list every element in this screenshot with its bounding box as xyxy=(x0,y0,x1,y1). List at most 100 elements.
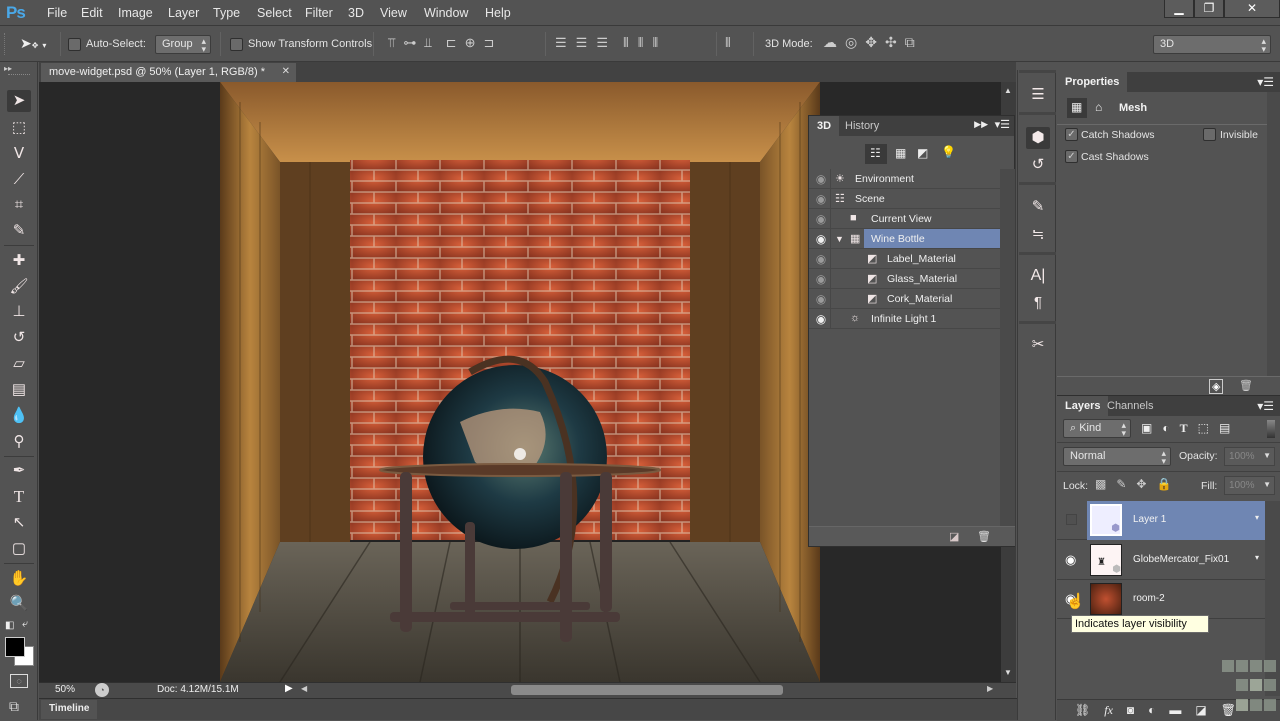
pen-tool-icon[interactable]: ✒ xyxy=(7,460,31,482)
menu-view[interactable]: View xyxy=(380,6,407,20)
screen-mode-icon[interactable]: ⧉ xyxy=(9,698,19,715)
menu-file[interactable]: File xyxy=(47,6,67,20)
3d-item-current-view[interactable]: ◉ ■ Current View xyxy=(809,209,1000,229)
rectangular-marquee-tool-icon[interactable]: ⬚ xyxy=(7,117,31,139)
visibility-eye-icon[interactable]: ◉ xyxy=(813,252,829,266)
filter-toggle-switch[interactable] xyxy=(1267,420,1275,438)
collapse-panel-icon[interactable]: ▸▸ xyxy=(4,64,12,73)
filter-mesh-icon[interactable]: ▦ xyxy=(895,146,906,160)
show-transform-checkbox[interactable] xyxy=(230,38,243,51)
menu-edit[interactable]: Edit xyxy=(81,6,103,20)
3d-item-environment[interactable]: ◉ ☀ Environment xyxy=(809,169,1000,189)
panel-grip[interactable] xyxy=(8,74,30,77)
distribute-left-icon[interactable]: ⦀ xyxy=(623,35,629,51)
3d-item-cork-material[interactable]: ◉ ◩ Cork_Material xyxy=(809,289,1000,309)
properties-scrollbar[interactable] xyxy=(1267,92,1280,377)
fill-field[interactable]: 100% ▼ xyxy=(1224,476,1275,495)
roll-3d-icon[interactable]: ◎ xyxy=(845,34,857,51)
panel-menu-icon[interactable]: ▾☰ xyxy=(995,118,1010,131)
tab-properties[interactable]: Properties xyxy=(1057,72,1128,92)
visibility-eye-icon[interactable]: ◉ xyxy=(813,192,829,206)
tab-channels[interactable]: Channels xyxy=(1099,396,1161,416)
blur-tool-icon[interactable]: 💧 xyxy=(7,405,31,427)
filter-light-icon[interactable]: 💡 xyxy=(941,145,956,159)
distribute-bottom-icon[interactable]: ☰ xyxy=(596,35,608,51)
align-right-icon[interactable]: ⊐ xyxy=(483,35,494,51)
menu-layer[interactable]: Layer xyxy=(168,6,199,20)
layer-comps-icon[interactable]: ☰ xyxy=(1026,84,1050,106)
path-selection-tool-icon[interactable]: ↖ xyxy=(7,512,31,534)
distribute-hcenter-icon[interactable]: ⦀ xyxy=(638,35,644,51)
mesh-tab-button[interactable]: ▦ xyxy=(1067,98,1087,118)
scroll-right-icon[interactable]: ▶ xyxy=(987,684,993,693)
history-brush-tool-icon[interactable]: ↺ xyxy=(7,327,31,349)
filter-smart-object-icon[interactable]: ▤ xyxy=(1219,421,1230,436)
scroll-left-icon[interactable]: ◀ xyxy=(301,684,307,693)
catch-shadows-checkbox[interactable]: ✓ xyxy=(1065,128,1078,141)
rectangle-tool-icon[interactable]: ▢ xyxy=(7,538,31,560)
new-3d-object-icon[interactable]: ◈ xyxy=(1209,379,1224,394)
3d-panel-icon[interactable]: ⬢ xyxy=(1026,127,1050,149)
workspace-dropdown[interactable]: 3D ▴ ▾ xyxy=(1153,35,1271,54)
character-panel-icon[interactable]: A| xyxy=(1026,265,1050,287)
layer-filter-kind-dropdown[interactable]: ⌕ Kind ▴ ▾ xyxy=(1063,419,1131,438)
align-bottom-icon[interactable]: ⫫ xyxy=(424,35,431,51)
brush-panel-icon[interactable]: ≒ xyxy=(1026,224,1050,246)
visibility-eye-icon[interactable]: ◉ xyxy=(1065,552,1076,568)
filter-material-icon[interactable]: ◩ xyxy=(917,146,928,160)
cast-shadows-checkbox[interactable]: ✓ xyxy=(1065,150,1078,163)
zoom-tool-icon[interactable]: 🔍 xyxy=(7,593,31,615)
auto-select-checkbox[interactable] xyxy=(68,38,81,51)
distribute-right-icon[interactable]: ⦀ xyxy=(652,35,658,51)
slide-3d-icon[interactable]: ✣ xyxy=(885,34,897,51)
link-layers-icon[interactable]: ⛓ xyxy=(1075,703,1090,718)
menu-select[interactable]: Select xyxy=(257,6,292,20)
mesh-properties-icon[interactable]: ⌂ xyxy=(1095,100,1102,114)
healing-brush-tool-icon[interactable]: ✚ xyxy=(7,250,31,272)
3d-item-wine-bottle[interactable]: ◉ ▼ ▦ Wine Bottle xyxy=(809,229,1000,249)
scale-3d-icon[interactable]: ⧉ xyxy=(905,34,915,51)
quick-mask-icon[interactable]: ◌ xyxy=(10,674,28,688)
filter-scene-button[interactable]: ☷ xyxy=(865,144,887,164)
add-mask-icon[interactable]: ◙ xyxy=(1127,703,1134,718)
foreground-color-swatch[interactable] xyxy=(5,637,25,657)
dodge-tool-icon[interactable]: ⚲ xyxy=(7,431,31,453)
eraser-tool-icon[interactable]: ▱ xyxy=(7,353,31,375)
scroll-down-icon[interactable]: ▼ xyxy=(1004,668,1012,677)
filter-adjustment-icon[interactable]: ◐ xyxy=(1162,421,1169,436)
chevron-down-icon[interactable]: ▼ xyxy=(1263,480,1271,489)
paragraph-panel-icon[interactable]: ¶ xyxy=(1026,292,1050,314)
align-hcenter-icon[interactable]: ⊕ xyxy=(465,35,476,51)
visibility-eye-icon[interactable]: ◉ xyxy=(813,312,829,326)
visibility-eye-icon[interactable]: ◉ xyxy=(813,292,829,306)
tab-timeline[interactable]: Timeline xyxy=(41,700,98,719)
collapse-panel-icon[interactable]: ▶▶ xyxy=(974,119,988,130)
eyedropper-tool-icon[interactable]: ✎ xyxy=(7,220,31,242)
zoom-level[interactable]: 50% xyxy=(55,684,75,695)
visibility-eye-icon[interactable]: ◉ xyxy=(813,172,829,186)
panel-menu-icon[interactable]: ▾☰ xyxy=(1257,399,1274,413)
menu-window[interactable]: Window xyxy=(424,6,468,20)
new-light-icon[interactable]: ◪ xyxy=(949,530,959,543)
expand-triangle-icon[interactable]: ▼ xyxy=(835,234,844,244)
menu-image[interactable]: Image xyxy=(118,6,153,20)
blend-mode-dropdown[interactable]: Normal ▴ ▾ xyxy=(1063,447,1171,466)
lock-all-icon[interactable]: 🔒 xyxy=(1156,477,1171,491)
crop-tool-icon[interactable]: ⌗ xyxy=(7,194,31,216)
minimize-button[interactable]: ▁ xyxy=(1164,0,1194,18)
expand-layer-icon[interactable]: ▾ xyxy=(1255,553,1259,562)
clone-stamp-tool-icon[interactable]: ⊥ xyxy=(7,301,31,323)
filter-type-icon[interactable]: T xyxy=(1180,421,1188,436)
opacity-field[interactable]: 100% ▼ xyxy=(1224,447,1275,466)
align-left-icon[interactable]: ⊏ xyxy=(446,35,457,51)
type-tool-icon[interactable]: T xyxy=(7,486,31,508)
horizontal-scrollbar-thumb[interactable] xyxy=(511,685,783,695)
align-top-icon[interactable]: ⫪ xyxy=(388,35,395,51)
close-document-icon[interactable]: ✕ xyxy=(282,66,290,77)
menu-help[interactable]: Help xyxy=(485,6,511,20)
status-menu-arrow-icon[interactable]: ▶ xyxy=(285,683,293,694)
visibility-eye-icon[interactable]: ◉ xyxy=(813,212,829,226)
lock-position-icon[interactable]: ✥ xyxy=(1136,477,1146,491)
hand-tool-icon[interactable]: ✋ xyxy=(7,568,31,590)
options-grip[interactable] xyxy=(4,33,7,55)
